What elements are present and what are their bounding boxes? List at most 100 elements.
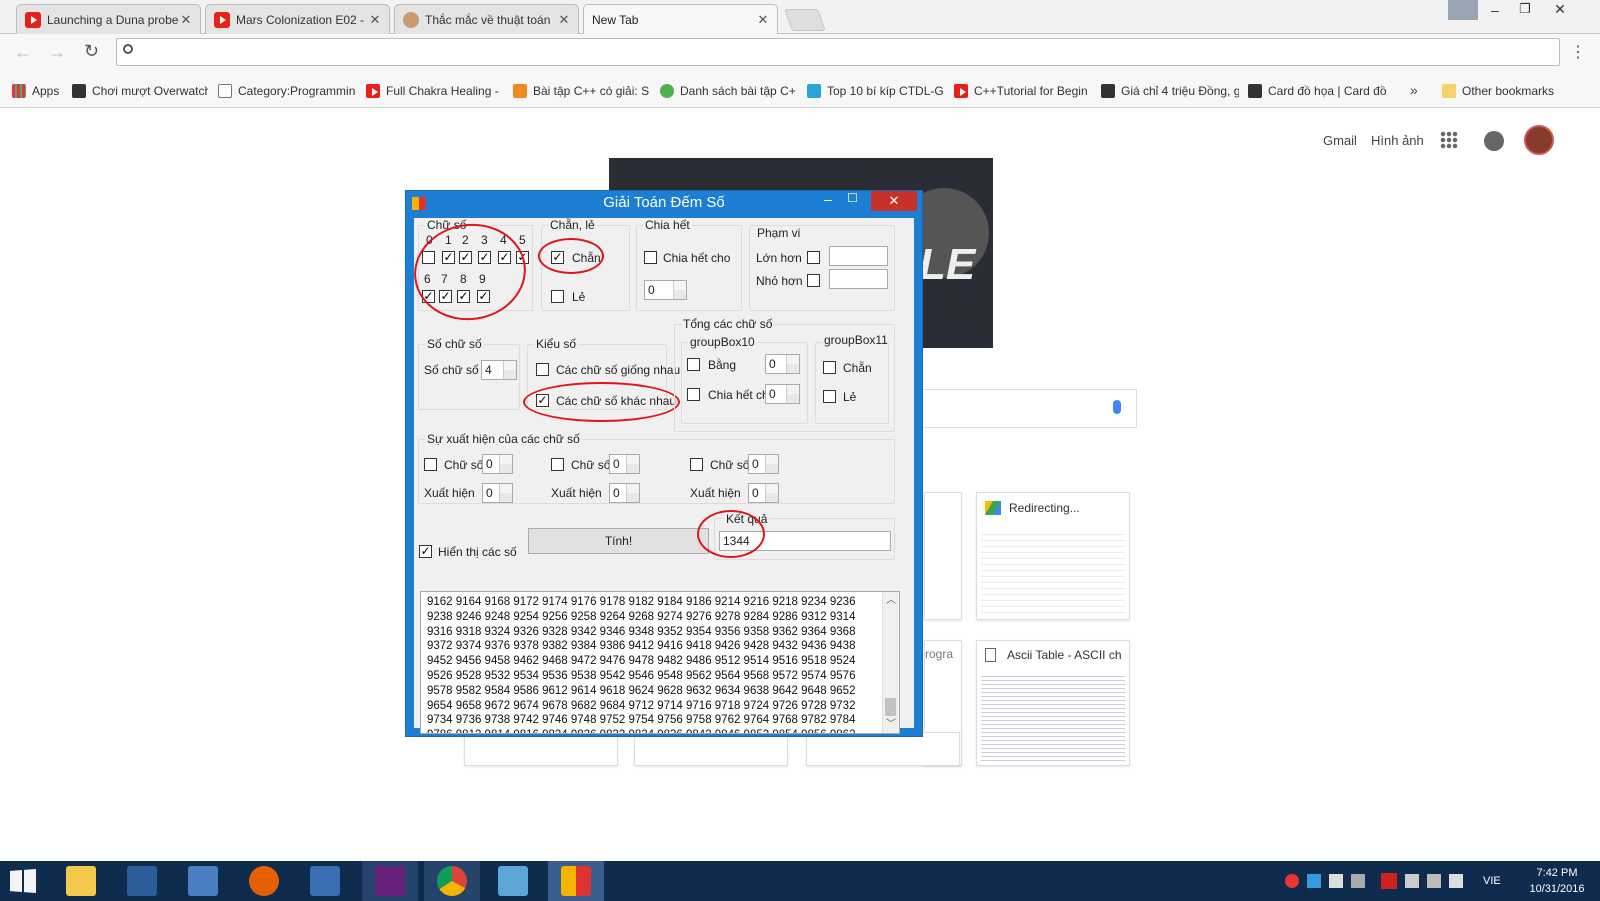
occurrence-count-stepper[interactable]: 0: [609, 483, 640, 503]
tab-1[interactable]: Launching a Duna probe ✕: [16, 4, 201, 34]
tile-redirecting[interactable]: Redirecting...: [976, 492, 1130, 620]
divisible-checkbox[interactable]: [644, 251, 657, 264]
bookmark-item[interactable]: Chơi mượt Overwatch: [72, 84, 208, 98]
sum-even-checkbox[interactable]: [823, 361, 836, 374]
close-icon[interactable]: ✕: [369, 12, 381, 28]
tray-icon[interactable]: [1351, 874, 1365, 888]
occurrence-checkbox-3[interactable]: [690, 458, 703, 471]
profile-icon[interactable]: [1448, 0, 1478, 20]
bookmark-item[interactable]: Category:Programmin: [218, 84, 358, 98]
language-indicator[interactable]: VIE: [1483, 875, 1501, 887]
google-search-box[interactable]: [900, 389, 1137, 428]
tab-2[interactable]: Mars Colonization E02 - ✕: [205, 4, 390, 34]
occurrence-digit-stepper[interactable]: 0: [748, 454, 779, 474]
microphone-icon[interactable]: [1113, 400, 1121, 414]
forward-icon[interactable]: →: [48, 42, 66, 63]
scroll-down-icon[interactable]: ﹀: [886, 718, 896, 733]
sum-equal-checkbox[interactable]: [687, 358, 700, 371]
output-textarea[interactable]: 9162 9164 9168 9172 9174 9176 9178 9182 …: [420, 591, 900, 734]
firefox-icon[interactable]: [249, 866, 279, 896]
images-link[interactable]: Hình ảnh: [1371, 133, 1424, 148]
tile-partial[interactable]: [806, 732, 960, 766]
tray-icon[interactable]: [1329, 874, 1343, 888]
address-bar[interactable]: [116, 38, 1560, 66]
occurrence-checkbox-2[interactable]: [551, 458, 564, 471]
scroll-up-icon[interactable]: ︿: [886, 594, 896, 609]
sum-divisible-checkbox[interactable]: [687, 388, 700, 401]
occurrence-digit-stepper[interactable]: 0: [482, 454, 513, 474]
app-icon[interactable]: [310, 866, 340, 896]
restore-icon[interactable]: ❐: [1512, 1, 1538, 17]
bookmark-item[interactable]: C++Tutorial for Begin: [954, 84, 1092, 98]
tray-icon[interactable]: [1285, 874, 1299, 888]
bookmark-item[interactable]: Giá chỉ 4 triệu Đồng, g: [1101, 84, 1239, 98]
powershell-icon[interactable]: [127, 866, 157, 896]
network-icon[interactable]: [1427, 874, 1441, 888]
bookmark-apps[interactable]: Apps: [12, 84, 62, 98]
tab-3[interactable]: Thắc mắc về thuật toán ✕: [394, 4, 579, 34]
tile-partial[interactable]: [464, 732, 618, 766]
tab-4[interactable]: New Tab ✕: [583, 4, 778, 34]
sum-odd-checkbox[interactable]: [823, 390, 836, 403]
app-icon[interactable]: [498, 866, 528, 896]
less-than-input[interactable]: [829, 269, 888, 289]
app-window-icon[interactable]: [561, 866, 591, 896]
tile-partial[interactable]: [924, 492, 962, 620]
clock-time[interactable]: 7:42 PM: [1528, 867, 1586, 879]
divisor-stepper[interactable]: 0: [644, 280, 687, 300]
same-digits-checkbox[interactable]: [536, 363, 549, 376]
scroll-thumb[interactable]: [885, 698, 896, 716]
bookmark-item[interactable]: Top 10 bí kíp CTDL-G: [807, 84, 945, 98]
minimize-icon[interactable]: –: [1482, 2, 1508, 18]
tray-icon[interactable]: [1307, 874, 1321, 888]
group-legend: Sự xuất hiện của các chữ số: [425, 432, 582, 446]
tile-partial[interactable]: [634, 732, 788, 766]
calculate-button[interactable]: Tính!: [528, 528, 709, 554]
occurrence-digit-stepper[interactable]: 0: [609, 454, 640, 474]
bookmark-label: Danh sách bài tập C+: [680, 84, 796, 98]
occurrence-count-stepper[interactable]: 0: [748, 483, 779, 503]
notifications-icon[interactable]: [1484, 131, 1504, 151]
menu-icon[interactable]: ⋮: [1570, 42, 1586, 62]
gmail-link[interactable]: Gmail: [1323, 133, 1357, 148]
reload-icon[interactable]: ↻: [84, 41, 99, 62]
file-explorer-icon[interactable]: [66, 866, 96, 896]
app-window[interactable]: Giải Toán Đếm Số – ☐ ✕ Chữ số 0 1 2 3 4 …: [405, 190, 923, 737]
bookmarks-overflow-icon[interactable]: »: [1410, 82, 1418, 98]
bookmark-item[interactable]: Full Chakra Healing -: [366, 84, 504, 98]
occurrence-checkbox-1[interactable]: [424, 458, 437, 471]
digit-count-stepper[interactable]: 4: [481, 360, 517, 380]
bookmark-item[interactable]: Bài tập C++ có giải: S: [513, 84, 651, 98]
chrome-icon[interactable]: [437, 866, 467, 896]
apps-grid-icon[interactable]: [1440, 131, 1458, 149]
avatar[interactable]: [1524, 125, 1554, 155]
visual-studio-icon[interactable]: [375, 866, 405, 896]
greater-than-checkbox[interactable]: [807, 251, 820, 264]
close-icon[interactable]: ✕: [871, 191, 917, 211]
back-icon[interactable]: ←: [14, 42, 32, 63]
occurrence-count-stepper[interactable]: 0: [482, 483, 513, 503]
odd-checkbox[interactable]: [551, 290, 564, 303]
minimize-icon[interactable]: –: [824, 191, 842, 207]
clock-date[interactable]: 10/31/2016: [1522, 883, 1592, 895]
start-icon[interactable]: [10, 869, 36, 893]
tray-icon[interactable]: [1381, 873, 1397, 889]
less-than-checkbox[interactable]: [807, 274, 820, 287]
greater-than-input[interactable]: [829, 246, 888, 266]
tray-icon[interactable]: [1405, 874, 1419, 888]
close-icon[interactable]: ✕: [180, 12, 192, 28]
other-bookmarks[interactable]: Other bookmarks: [1442, 84, 1592, 98]
sum-divisible-stepper[interactable]: 0: [765, 384, 800, 404]
volume-icon[interactable]: [1449, 874, 1463, 888]
window-close-icon[interactable]: ✕: [1545, 1, 1575, 18]
app-icon[interactable]: [188, 866, 218, 896]
scrollbar[interactable]: ︿ ﹀: [882, 592, 899, 733]
bookmark-item[interactable]: Card đồ họa | Card đồ: [1248, 84, 1386, 98]
tile-ascii-table[interactable]: Ascii Table - ASCII ch: [976, 640, 1130, 766]
maximize-icon[interactable]: ☐: [847, 191, 863, 205]
bookmark-item[interactable]: Danh sách bài tập C+: [660, 84, 798, 98]
close-icon[interactable]: ✕: [558, 12, 570, 28]
close-icon[interactable]: ✕: [757, 12, 769, 28]
show-numbers-checkbox[interactable]: ✓: [419, 545, 432, 558]
sum-equal-stepper[interactable]: 0: [765, 354, 800, 374]
